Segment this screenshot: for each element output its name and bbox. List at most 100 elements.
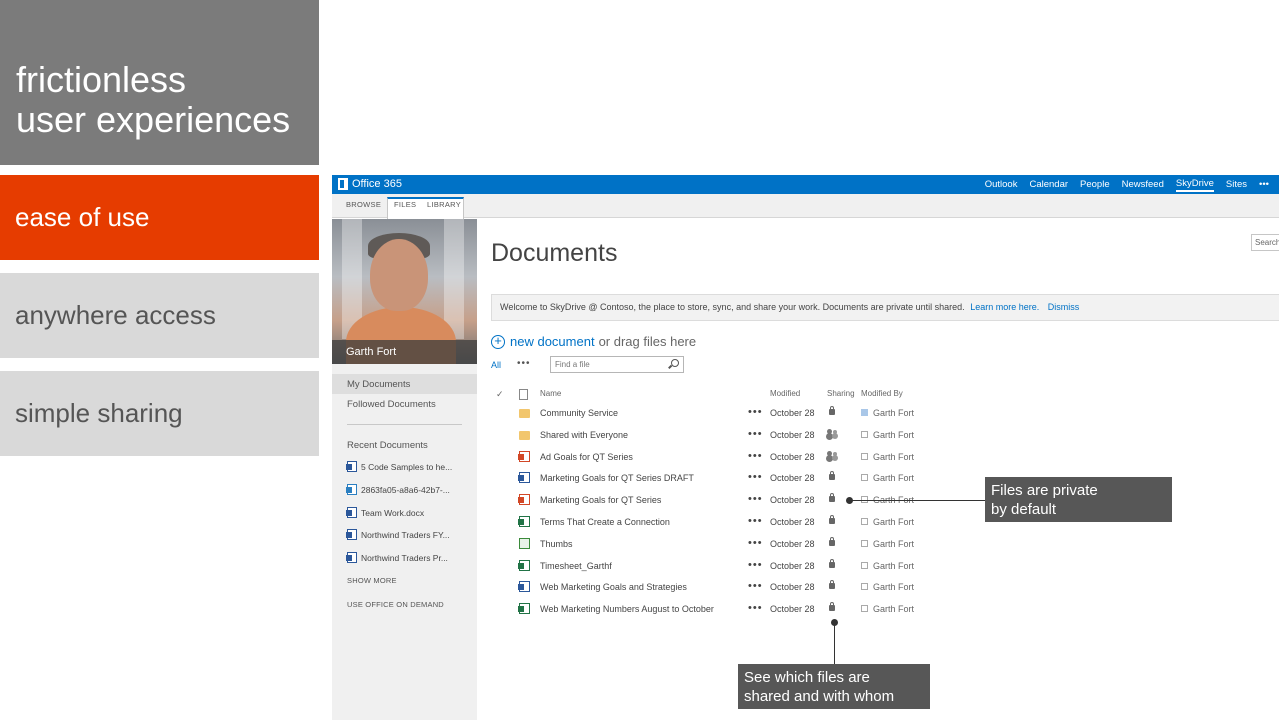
lock-icon[interactable] [829,580,835,590]
table-row[interactable]: Community Service ••• October 28 Garth Fort [477,404,1077,426]
office365-brand[interactable]: Office 365 [338,178,402,190]
nav-skydrive[interactable]: SkyDrive [1175,178,1214,192]
shared-people-icon[interactable] [827,450,839,461]
nav-outlook[interactable]: Outlook [985,179,1018,190]
image-file-icon [519,537,530,549]
file-type-header-icon [519,389,528,400]
file-modified-by[interactable]: Garth Fort [873,582,914,592]
more-options-icon[interactable]: ••• [748,580,763,592]
file-name[interactable]: Ad Goals for QT Series [540,452,633,462]
file-modified-by[interactable]: Garth Fort [873,408,914,418]
slide-title-line1: frictionless [16,59,187,100]
column-sharing[interactable]: Sharing [827,389,855,398]
lock-icon[interactable] [829,406,835,415]
profile-photo[interactable]: Garth Fort [332,219,477,364]
column-modified[interactable]: Modified [770,389,800,398]
recent-item[interactable]: 2863fa05-a8a6-42b7-... [346,484,450,495]
nav-more-icon[interactable]: ••• [1259,179,1269,190]
welcome-banner: Welcome to SkyDrive @ Contoso, the place… [491,294,1279,321]
powerpoint-file-icon [518,494,530,506]
table-row[interactable]: Thumbs ••• October 28 Garth Fort [477,535,1077,557]
file-name[interactable]: Marketing Goals for QT Series [540,495,661,505]
column-modified-by[interactable]: Modified By [861,389,903,398]
more-options-icon[interactable]: ••• [748,559,763,571]
ribbon: BROWSE FILES LIBRARY [332,194,1279,219]
learn-more-link[interactable]: Learn more here. [970,302,1039,312]
more-options-icon[interactable]: ••• [748,602,763,614]
file-name[interactable]: Web Marketing Numbers August to October [540,604,714,614]
new-document-area: + new document or drag files here [491,334,696,349]
file-name[interactable]: Shared with Everyone [540,430,628,440]
more-options-icon[interactable]: ••• [748,450,763,462]
more-options-icon[interactable]: ••• [748,515,763,527]
show-more-link[interactable]: SHOW MORE [347,576,397,585]
tab-library[interactable]: LIBRARY [427,200,461,209]
site-search-input[interactable]: Search [1251,234,1279,251]
word-doc-icon [346,529,357,540]
recent-item[interactable]: Team Work.docx [346,507,424,518]
nav-calendar[interactable]: Calendar [1029,179,1068,190]
plus-circle-icon[interactable]: + [491,334,505,349]
more-options-icon[interactable]: ••• [748,428,763,440]
find-file-input[interactable]: Find a file [550,356,684,373]
lock-icon[interactable] [829,515,835,524]
lock-icon[interactable] [829,471,835,481]
lock-icon[interactable] [829,536,835,546]
file-name[interactable]: Timesheet_Garthf [540,561,612,571]
nav-divider [347,424,462,425]
word-file-icon [518,581,530,593]
callout-connector-shared [834,622,835,664]
tab-files[interactable]: FILES [394,200,416,209]
more-options-icon[interactable]: ••• [748,406,763,418]
table-row[interactable]: Web Marketing Goals and Strategies ••• Oct… [477,578,1077,600]
recent-item[interactable]: Northwind Traders Pr... [346,552,448,563]
more-options-icon[interactable]: ••• [748,471,763,483]
shared-people-icon[interactable] [827,428,839,439]
file-modified-by[interactable]: Garth Fort [873,452,914,462]
presence-icon [861,583,868,591]
column-name[interactable]: Name [540,389,561,398]
view-all-link[interactable]: All [491,360,501,370]
file-name[interactable]: Thumbs [540,539,573,549]
dismiss-link[interactable]: Dismiss [1048,302,1080,312]
file-modified-by[interactable]: Garth Fort [873,517,914,527]
table-row[interactable]: Shared with Everyone ••• October 28 Garth F… [477,426,1077,448]
file-modified-by[interactable]: Garth Fort [873,604,914,614]
file-name[interactable]: Community Service [540,408,618,418]
tab-browse[interactable]: BROWSE [346,200,381,209]
nav-newsfeed[interactable]: Newsfeed [1122,179,1164,190]
lock-icon[interactable] [829,493,835,503]
more-options-icon[interactable]: ••• [748,537,763,549]
word-file-icon [518,472,530,484]
file-modified-by[interactable]: Garth Fort [873,539,914,549]
table-row[interactable]: Timesheet_Garthf ••• October 28 Garth Fort [477,557,1077,579]
callout-connector-private [849,500,985,501]
file-name[interactable]: Terms That Create a Connection [540,517,670,527]
recent-item[interactable]: 5 Code Samples to he... [346,461,452,472]
nav-my-documents[interactable]: My Documents [347,379,410,390]
table-row[interactable]: Web Marketing Numbers August to October •… [477,600,1077,622]
select-all-check-icon[interactable]: ✓ [496,389,504,400]
search-icon[interactable] [671,359,679,367]
table-row[interactable]: Ad Goals for QT Series ••• October 28 Garth… [477,448,1077,470]
file-name[interactable]: Web Marketing Goals and Strategies [540,582,687,592]
lock-icon[interactable] [829,558,835,568]
file-modified-by[interactable]: Garth Fort [873,430,914,440]
callout-private-by-default: Files are private by default [985,477,1172,522]
use-office-on-demand-link[interactable]: USE OFFICE ON DEMAND [347,600,444,609]
file-modified-by[interactable]: Garth Fort [873,561,914,571]
nav-sites[interactable]: Sites [1226,179,1247,190]
word-doc-icon [346,461,357,472]
office-logo-icon [338,178,348,190]
nav-followed-documents[interactable]: Followed Documents [347,399,436,410]
presence-icon [861,474,868,482]
new-document-link[interactable]: new document [510,334,595,349]
file-modified: October 28 [770,517,815,527]
nav-people[interactable]: People [1080,179,1110,190]
lock-icon[interactable] [829,602,835,612]
recent-item[interactable]: Northwind Traders FY... [346,529,450,540]
more-options-icon[interactable]: ••• [748,493,763,505]
file-name[interactable]: Marketing Goals for QT Series DRAFT [540,473,694,483]
file-modified-by[interactable]: Garth Fort [873,473,914,483]
view-more-icon[interactable]: ••• [517,358,531,369]
